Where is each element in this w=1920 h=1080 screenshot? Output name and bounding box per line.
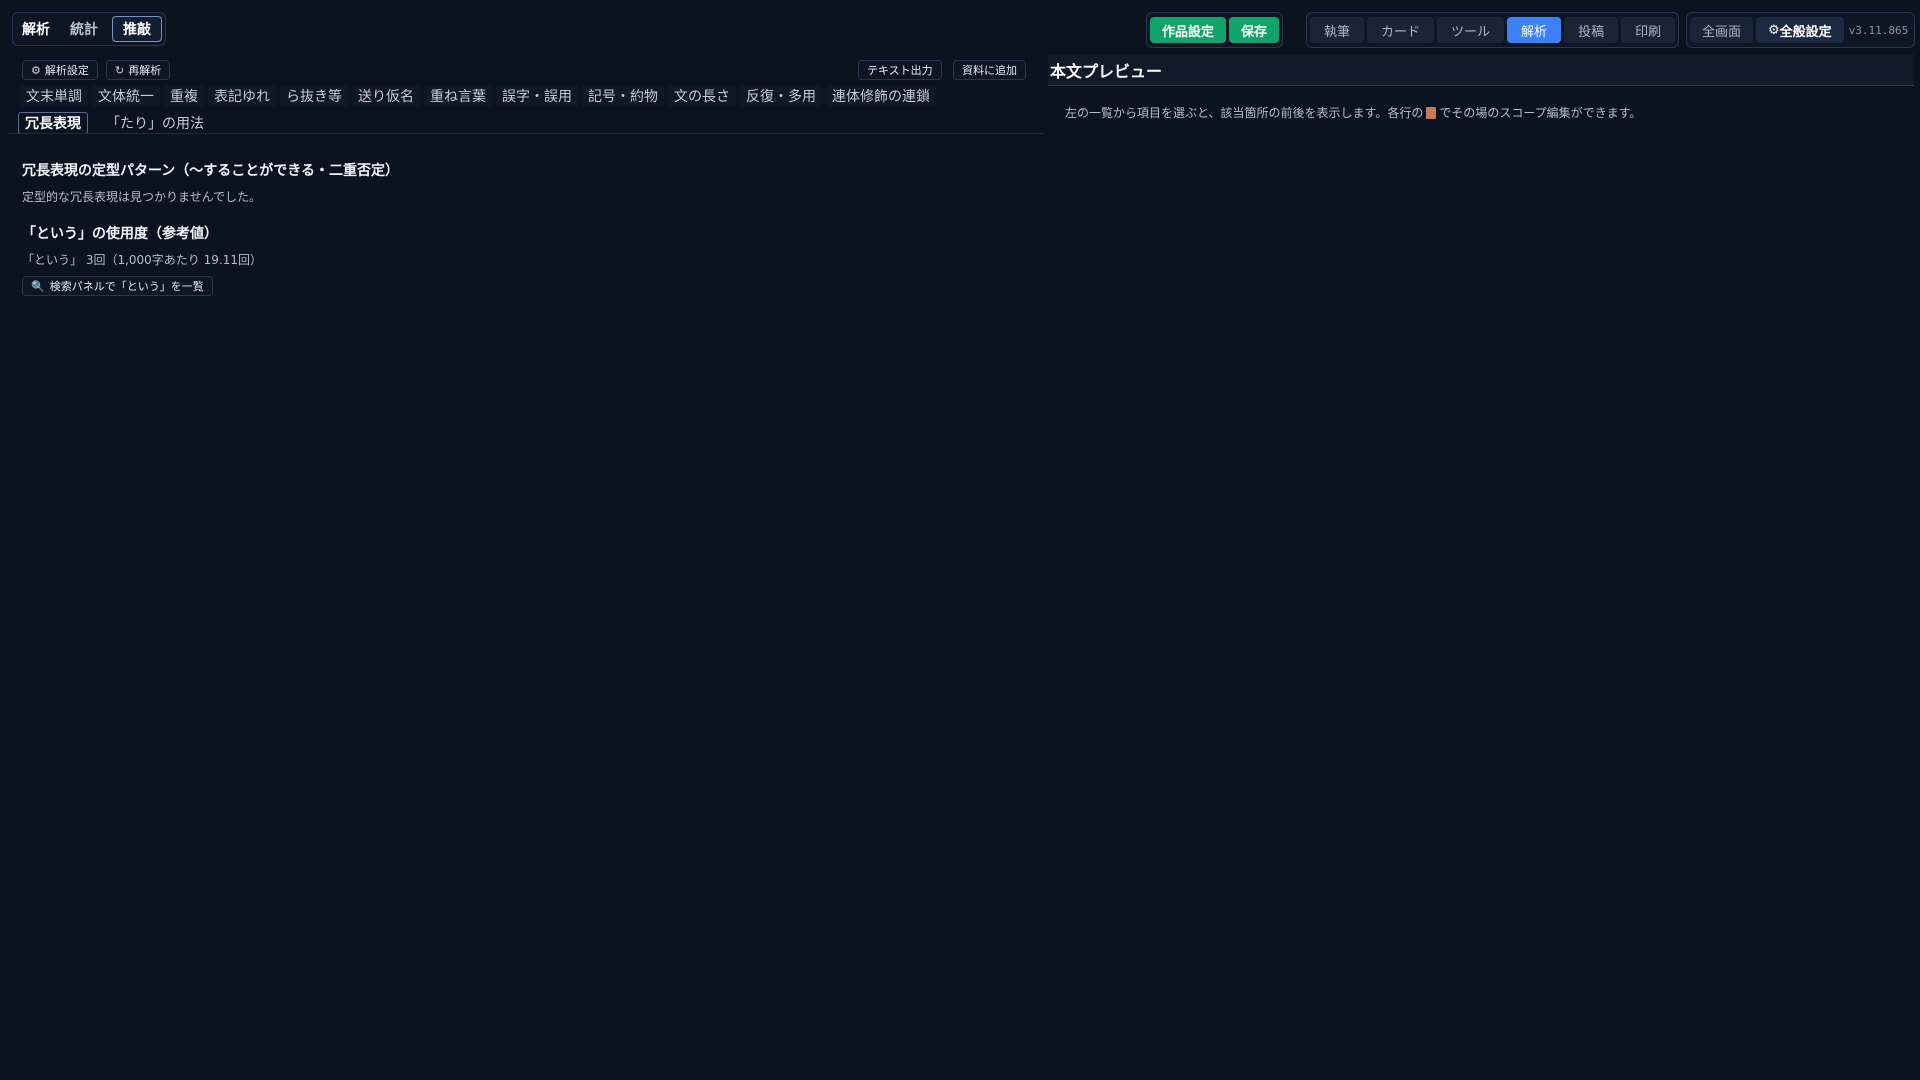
analysis-settings-button[interactable]: ⚙ 解析設定: [22, 60, 98, 80]
tab-repetition[interactable]: 反復・多用: [740, 85, 822, 107]
gear-icon: ⚙: [31, 63, 41, 77]
search-toiu-button[interactable]: 🔍 検索パネルで「という」を一覧: [22, 276, 213, 296]
preview-hint-after: でその場のスコープ編集ができます。: [1439, 106, 1642, 120]
mode-tools[interactable]: ツール: [1437, 17, 1505, 43]
global-settings-button[interactable]: ⚙ 全般設定: [1756, 17, 1844, 43]
search-toiu-label: 検索パネルで「という」を一覧: [49, 280, 204, 293]
fullscreen-button[interactable]: 全画面: [1690, 17, 1754, 43]
refresh-icon: ↻: [115, 63, 125, 77]
tab-typos[interactable]: 誤字・誤用: [496, 85, 578, 107]
analysis-settings-label: 解析設定: [44, 64, 89, 77]
version-label: v3.11.865: [1848, 23, 1909, 37]
tab-redundancy[interactable]: 冗長表現: [18, 112, 88, 134]
mode-analysis[interactable]: 解析: [1507, 17, 1562, 43]
mode-writing[interactable]: 執筆: [1310, 17, 1365, 43]
preview-hint-before: 左の一覧から項目を選ぶと、該当箇所の前後を表示します。各行の: [1065, 106, 1424, 120]
global-settings-label: 全般設定: [1779, 24, 1832, 40]
export-text-button[interactable]: テキスト出力: [858, 60, 942, 80]
tab-redundant-words[interactable]: 重ね言葉: [424, 85, 492, 107]
redundancy-result: 定型的な冗長表現は見つかりませんでした。: [22, 190, 262, 204]
tabs-divider: [8, 133, 1044, 134]
project-settings-button[interactable]: 作品設定: [1150, 17, 1227, 43]
project-actions: 作品設定 保存: [1146, 12, 1284, 48]
tab-okurigana[interactable]: 送り仮名: [352, 85, 420, 107]
tab-duplicates[interactable]: 重複: [164, 85, 204, 107]
tab-tari-usage[interactable]: 「たり」の用法: [100, 112, 210, 134]
tab-notation-variance[interactable]: 表記ゆれ: [208, 85, 276, 107]
reanalyze-label: 再解析: [128, 64, 162, 77]
tab-statistics[interactable]: 統計: [60, 16, 108, 42]
mode-switcher: 執筆 カード ツール 解析 投稿 印刷: [1306, 12, 1680, 48]
redundancy-section-title: 冗長表現の定型パターン（〜することができる・二重否定）: [22, 163, 400, 179]
toiu-section-title: 「という」の使用度（参考値）: [22, 226, 218, 242]
check-tabs-row-2: 冗長表現 「たり」の用法: [18, 112, 210, 134]
mode-print[interactable]: 印刷: [1621, 17, 1676, 43]
toiu-stat: 「という」 3回（1,000字あたり 19.11回）: [22, 253, 262, 267]
global-controls: 全画面 ⚙ 全般設定 v3.11.865: [1686, 12, 1916, 48]
save-button[interactable]: 保存: [1229, 17, 1280, 43]
mode-publish[interactable]: 投稿: [1564, 17, 1619, 43]
tab-style-consistency[interactable]: 文体統一: [92, 85, 160, 107]
mode-cards[interactable]: カード: [1367, 17, 1435, 43]
tab-sentence-ending[interactable]: 文末単調: [20, 85, 88, 107]
tab-punctuation[interactable]: 記号・約物: [582, 85, 664, 107]
reanalyze-button[interactable]: ↻ 再解析: [106, 60, 171, 80]
document-icon: [1426, 106, 1437, 119]
tab-analysis[interactable]: 解析: [16, 16, 56, 42]
tab-ra-nuki[interactable]: ら抜き等: [280, 85, 348, 107]
view-tabs: 解析 統計 推敲: [12, 12, 166, 46]
tab-sentence-length[interactable]: 文の長さ: [668, 85, 736, 107]
tab-modifier-chain[interactable]: 連体修飾の連鎖: [826, 85, 936, 107]
add-to-material-button[interactable]: 資料に追加: [953, 60, 1026, 80]
check-tabs-row-1: 文末単調 文体統一 重複 表記ゆれ ら抜き等 送り仮名 重ね言葉 誤字・誤用 記…: [20, 85, 936, 107]
gear-icon: ⚙: [1768, 22, 1780, 38]
magnifier-icon: 🔍: [31, 279, 45, 293]
preview-hint: 左の一覧から項目を選ぶと、該当箇所の前後を表示します。各行の でその場のスコープ…: [1065, 104, 1641, 121]
tab-revision[interactable]: 推敲: [112, 16, 162, 42]
preview-title: 本文プレビュー: [1048, 54, 1914, 86]
